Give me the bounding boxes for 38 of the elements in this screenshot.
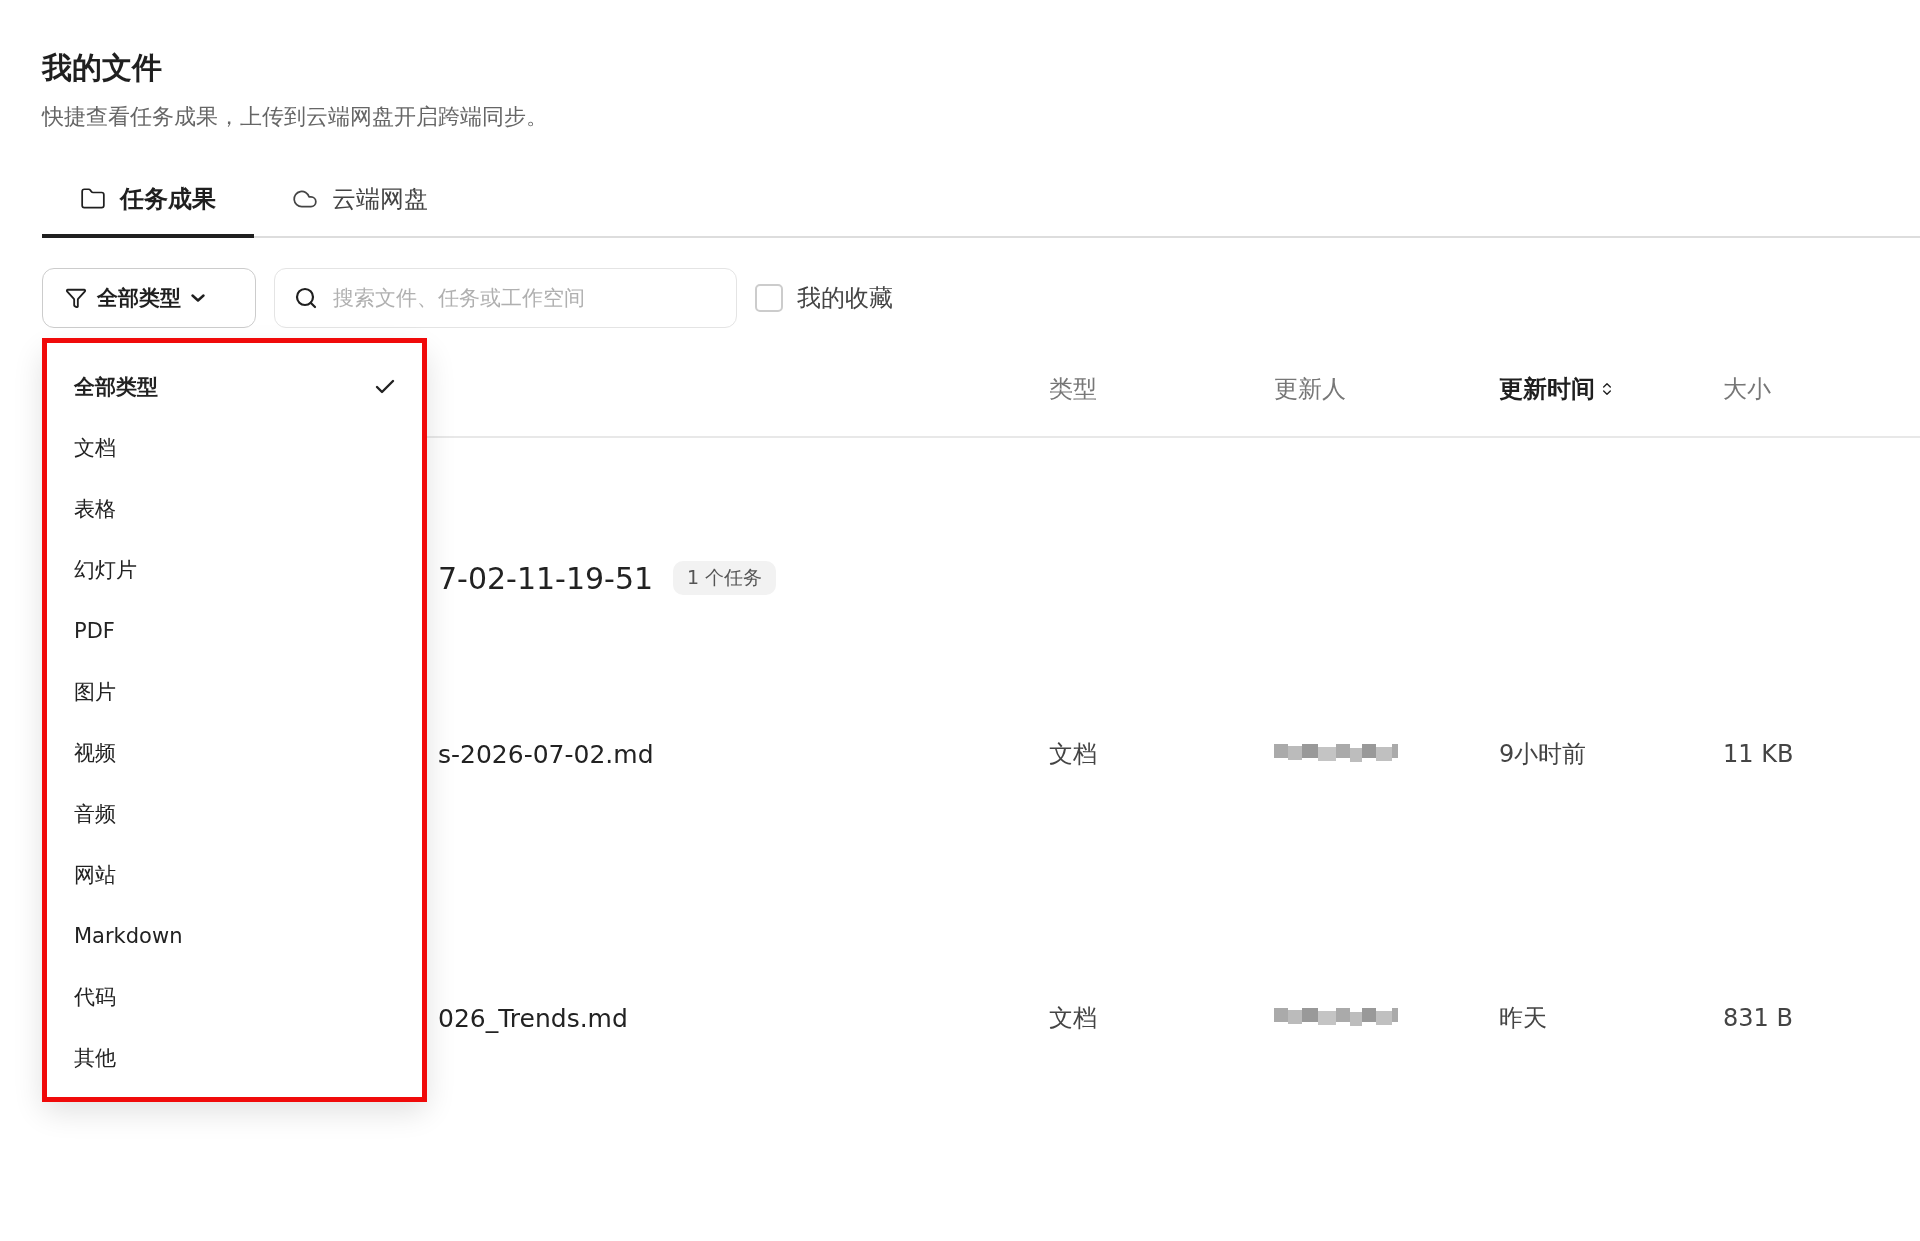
type-menu-item[interactable]: 视频	[42, 722, 427, 783]
type-menu-item[interactable]: PDF	[42, 600, 427, 661]
type-menu-item[interactable]: 幻灯片	[42, 539, 427, 600]
chevron-down-icon	[191, 294, 205, 302]
type-menu-item[interactable]: 其他	[42, 1027, 427, 1088]
filter-icon	[65, 287, 87, 309]
page-title: 我的文件	[42, 49, 163, 87]
type-menu-item[interactable]: 全部类型	[42, 356, 427, 417]
type-menu-item[interactable]: Markdown	[42, 905, 427, 966]
tab[interactable]: 任务成果	[42, 174, 254, 238]
column-header[interactable]: 更新时间	[1499, 373, 1595, 405]
type-filter-button[interactable]: 全部类型	[42, 268, 256, 328]
file-type: 文档	[1049, 739, 1097, 770]
type-menu-item[interactable]: 文档	[42, 417, 427, 478]
search-icon	[294, 286, 318, 310]
favorites-label: 我的收藏	[797, 283, 893, 314]
type-menu-item[interactable]: 代码	[42, 966, 427, 1027]
page-subtitle: 快捷查看任务成果，上传到云端网盘开启跨端同步。	[42, 103, 549, 131]
type-menu-item[interactable]: 音频	[42, 783, 427, 844]
updated-time: 昨天	[1499, 1003, 1547, 1034]
type-menu-item[interactable]: 表格	[42, 478, 427, 539]
column-header[interactable]: 大小	[1723, 373, 1771, 405]
file-name[interactable]: s-2026-07-02.md	[438, 739, 654, 769]
file-type: 文档	[1049, 1003, 1097, 1034]
column-header[interactable]: 更新人	[1274, 373, 1346, 405]
column-header[interactable]: 类型	[1049, 373, 1097, 405]
search-field[interactable]: 搜索文件、任务或工作空间	[274, 268, 737, 328]
group-name[interactable]: 7-02-11-19-51	[438, 560, 654, 596]
favorites-checkbox[interactable]	[755, 284, 783, 312]
task-count-badge: 1 个任务	[673, 561, 777, 595]
file-size: 11 KB	[1723, 740, 1794, 768]
file-size: 831 B	[1723, 1004, 1793, 1032]
type-menu-item[interactable]: 网站	[42, 844, 427, 905]
updated-time: 9小时前	[1499, 739, 1587, 770]
type-menu-item[interactable]: 图片	[42, 661, 427, 722]
tab[interactable]: 云端网盘	[254, 174, 466, 238]
folder-icon	[80, 186, 106, 212]
file-name[interactable]: 026_Trends.md	[438, 1003, 628, 1033]
